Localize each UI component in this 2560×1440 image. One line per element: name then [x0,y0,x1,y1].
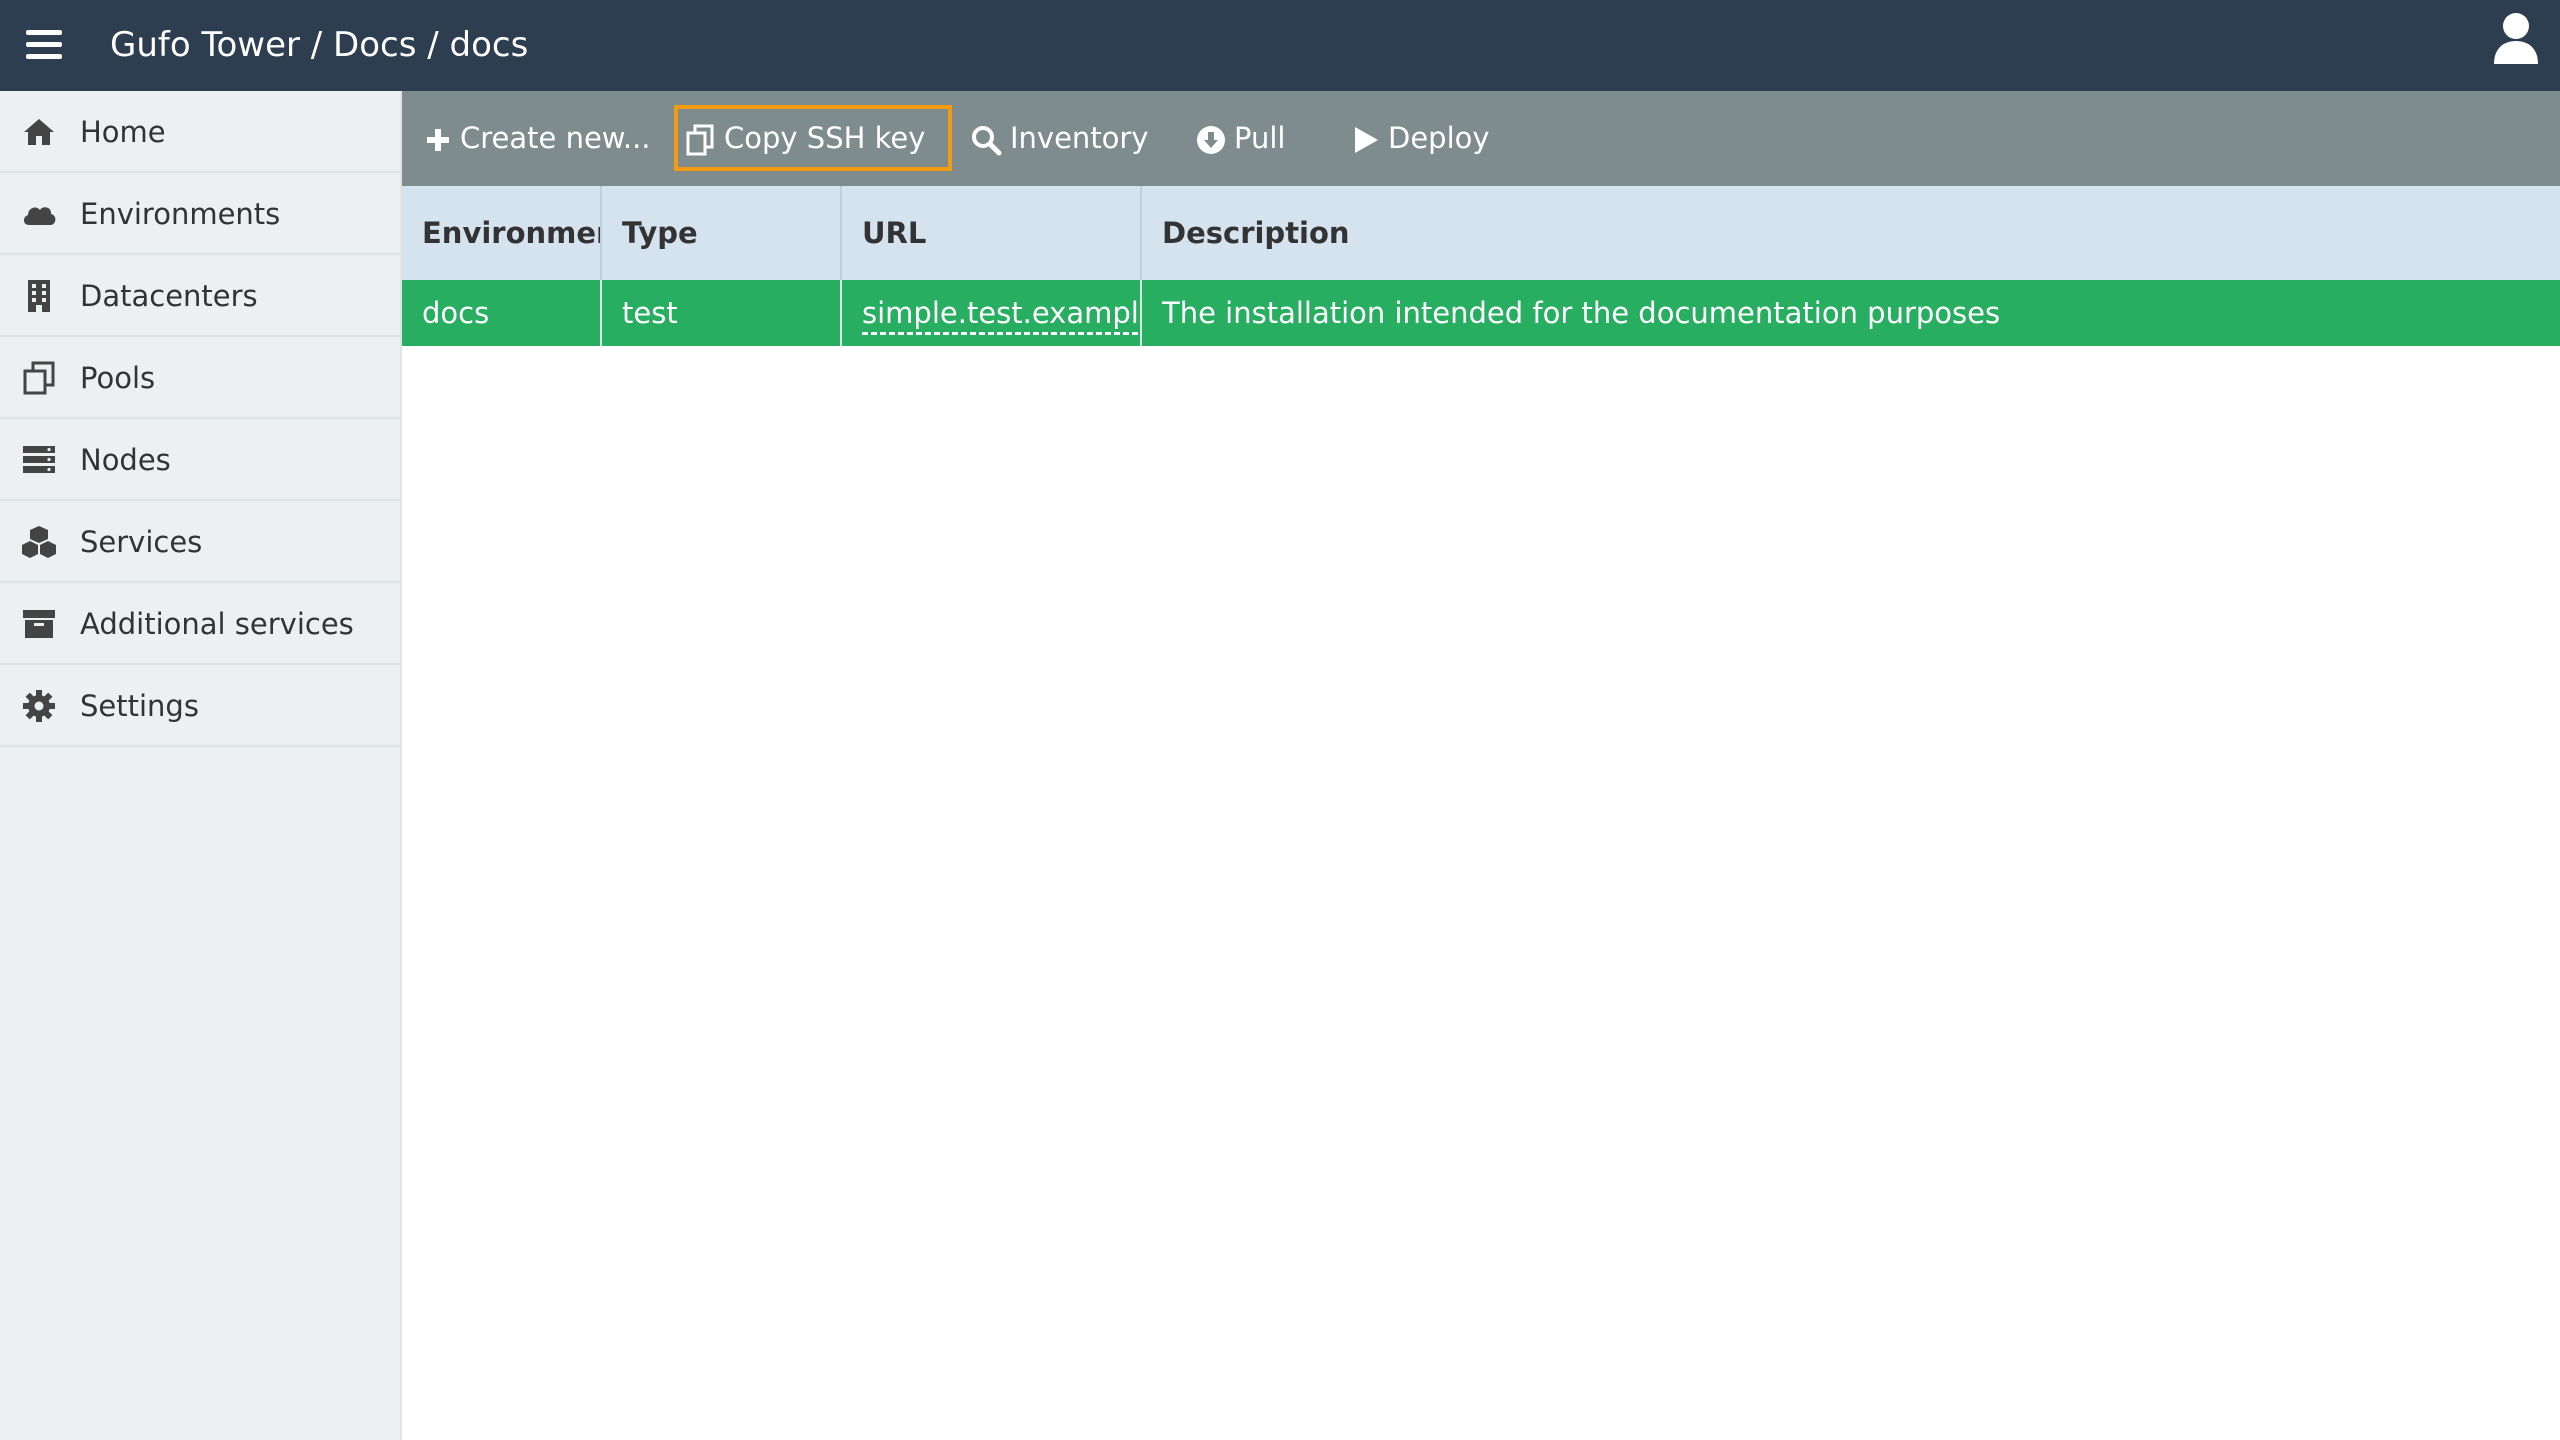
environments-table: Environment Type URL Description docs te… [402,186,2560,346]
sidebar: Home Environments Datacenters Pools Node… [0,91,402,1440]
cell-description: The installation intended for the docume… [1162,296,2001,330]
gear-icon [20,687,58,725]
arrow-circle-down-icon [1197,126,1225,154]
sidebar-item-label: Pools [80,361,156,395]
copy-ssh-key-button[interactable]: Copy SSH key [674,105,952,171]
column-header-description[interactable]: Description [1142,186,2560,280]
archive-icon [20,605,58,643]
cubes-icon [20,523,58,561]
cloud-icon [20,195,58,233]
cell-url: simple.test.example.com [842,280,1142,346]
breadcrumb: Gufo Tower / Docs / docs [110,25,529,65]
deploy-label: Deploy [1388,121,1490,155]
search-icon [972,126,1002,156]
sidebar-item-label: Home [80,115,166,149]
sidebar-item-home[interactable]: Home [0,91,400,173]
sidebar-item-nodes[interactable]: Nodes [0,419,400,501]
table-header: Environment Type URL Description [402,186,2560,280]
copy-icon [686,124,714,156]
sidebar-item-label: Environments [80,197,281,231]
sidebar-item-label: Services [80,525,203,559]
pull-button[interactable]: Pull [1196,105,1285,171]
sidebar-item-settings[interactable]: Settings [0,665,400,747]
inventory-button[interactable]: Inventory [970,105,1149,171]
column-header-type[interactable]: Type [602,186,842,280]
pull-label: Pull [1234,121,1286,155]
sidebar-item-label: Nodes [80,443,171,477]
url-link[interactable]: simple.test.example.com [862,296,1140,335]
inventory-label: Inventory [1010,121,1149,155]
copy-ssh-key-label: Copy SSH key [724,121,926,155]
server-icon [20,441,58,479]
top-header: Gufo Tower / Docs / docs [0,0,2560,91]
sidebar-item-services[interactable]: Services [0,501,400,583]
table-row[interactable]: docs test simple.test.example.com The in… [402,280,2560,346]
home-icon [20,113,58,151]
sidebar-item-label: Additional services [80,607,354,641]
create-new-button[interactable]: Create new... [424,105,651,171]
play-icon [1355,127,1378,153]
column-header-environment[interactable]: Environment [402,186,602,280]
user-icon[interactable] [2492,10,2540,66]
sidebar-item-environments[interactable]: Environments [0,173,400,255]
deploy-button[interactable]: Deploy [1352,105,1490,171]
cell-environment: docs [402,280,602,346]
cell-type: test [602,280,842,346]
building-icon [20,277,58,315]
sidebar-item-additional-services[interactable]: Additional services [0,583,400,665]
toolbar: Create new... Copy SSH key Inventory Pul… [402,91,2560,186]
sidebar-item-pools[interactable]: Pools [0,337,400,419]
column-header-url[interactable]: URL [842,186,1142,280]
sidebar-item-label: Settings [80,689,199,723]
clone-icon [20,359,58,397]
plus-icon [427,129,449,151]
sidebar-item-datacenters[interactable]: Datacenters [0,255,400,337]
sidebar-item-label: Datacenters [80,279,258,313]
menu-icon[interactable] [26,30,62,60]
create-new-label: Create new... [460,121,651,155]
